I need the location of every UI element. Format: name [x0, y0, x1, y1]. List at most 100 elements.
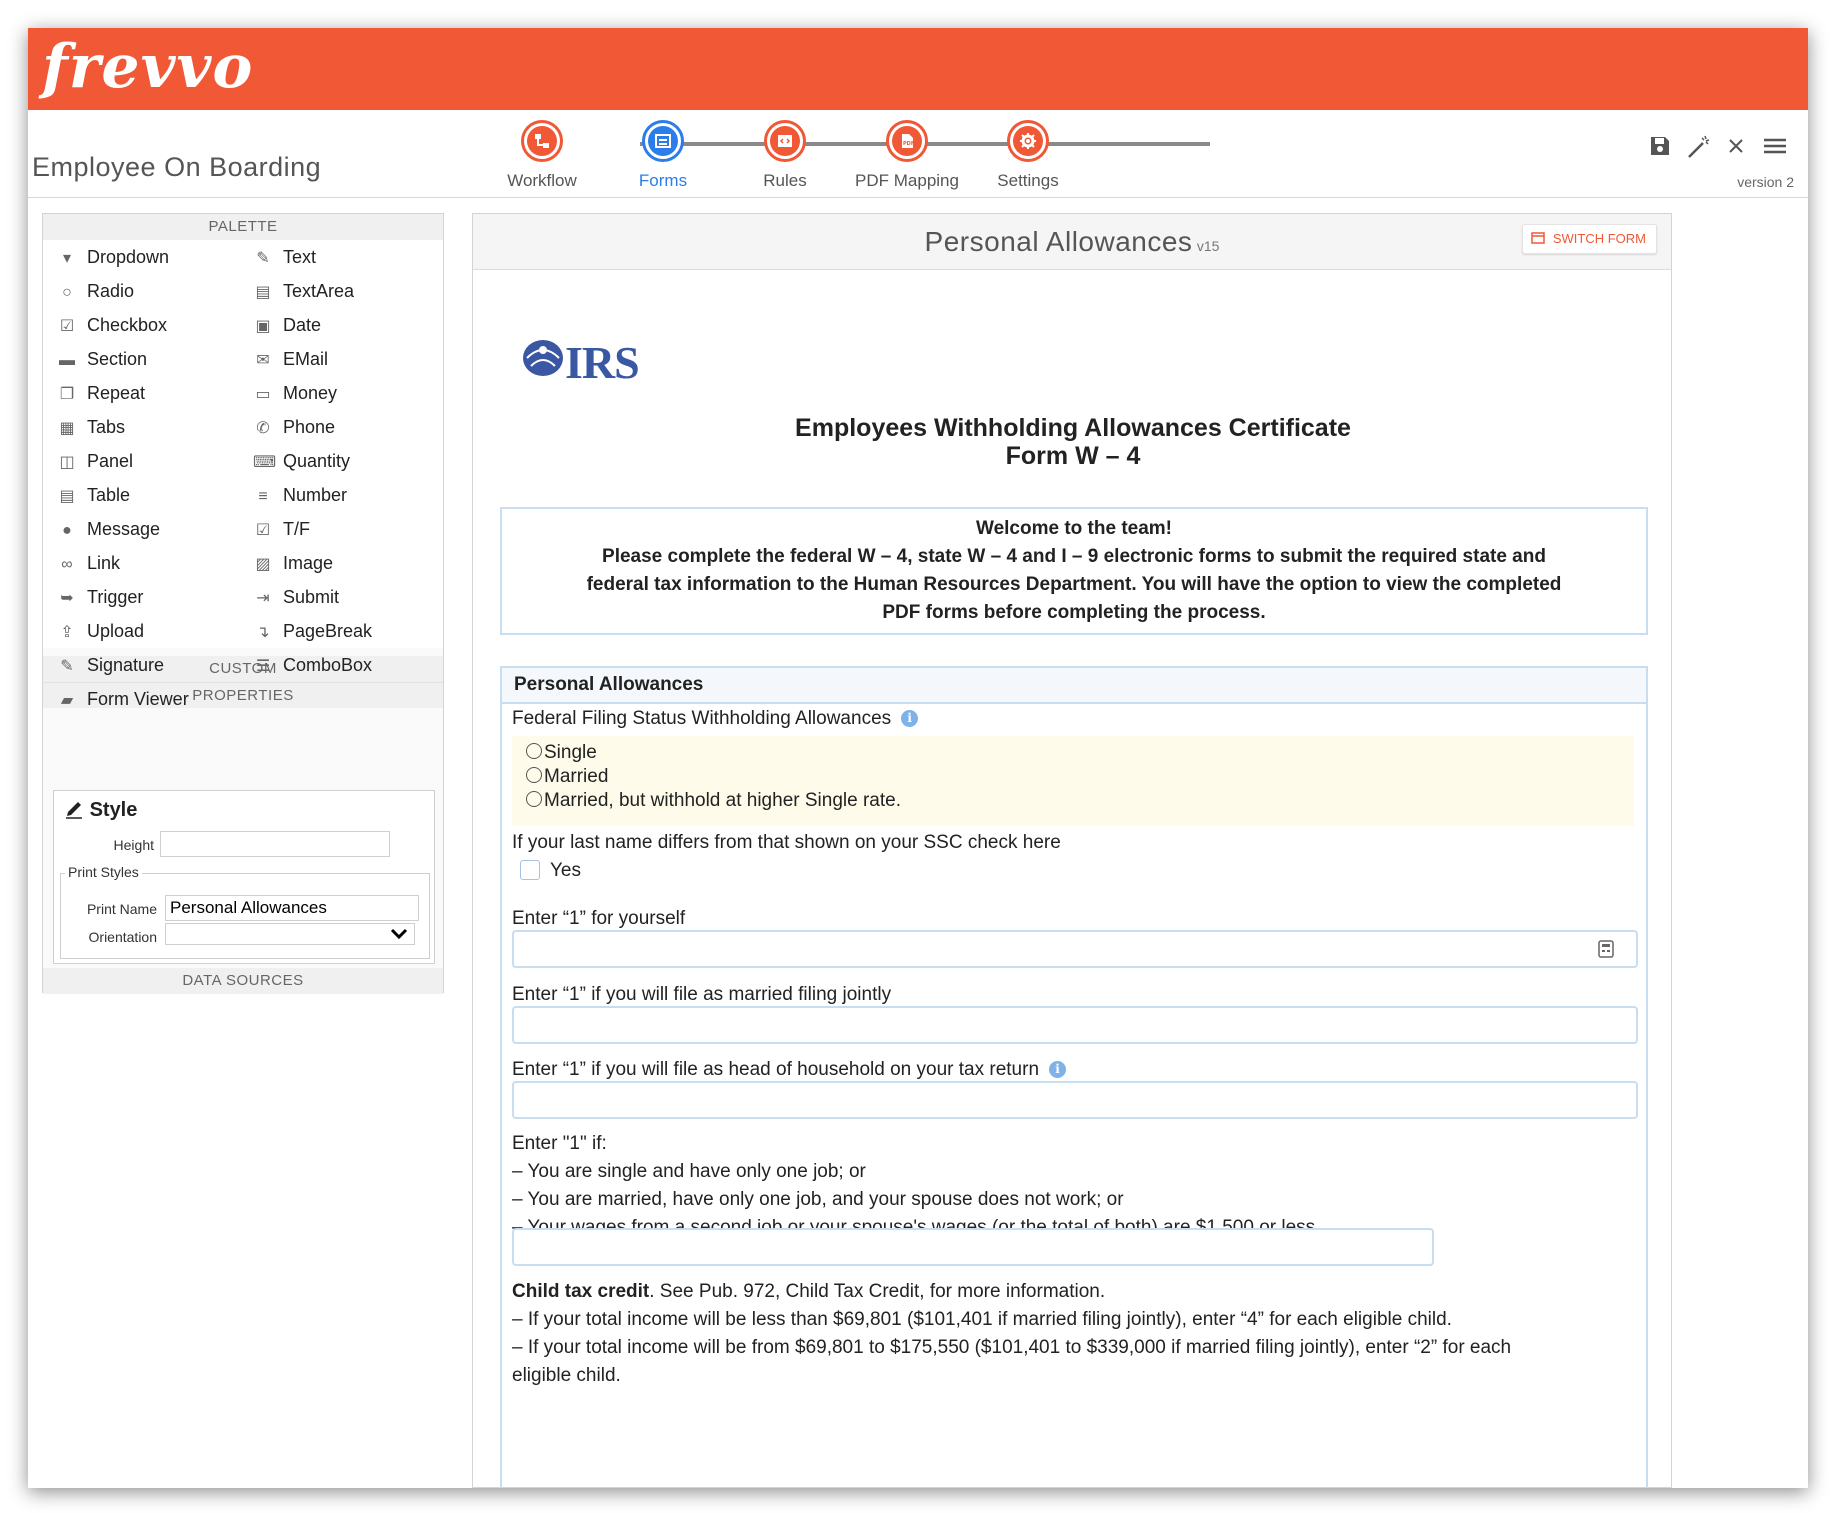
palette-item-dropdown[interactable]: ▾ Dropdown	[57, 240, 169, 274]
child-credit-line: eligible child.	[512, 1365, 621, 1386]
palette-item-label: EMail	[283, 349, 329, 369]
palette-item-label: ComboBox	[283, 655, 373, 675]
chevron-down-icon	[390, 928, 408, 940]
save-icon[interactable]	[1648, 134, 1674, 160]
palette-item-label: Repeat	[87, 383, 146, 403]
palette-item-phone[interactable]: ✆ Phone	[253, 410, 335, 444]
palette-item-image[interactable]: ▨ Image	[253, 546, 333, 580]
head-of-household-label-text: Enter “1” if you will file as head of ho…	[512, 1059, 1040, 1080]
palette-item-label: Checkbox	[87, 315, 168, 335]
orientation-select[interactable]	[165, 923, 415, 945]
step-pdf-mapping[interactable]: PDF PDF Mapping	[847, 120, 967, 191]
palette-item-panel[interactable]: ◫ Panel	[57, 444, 133, 478]
palette-item-text[interactable]: ✎ Text	[253, 240, 316, 274]
form-heading: Employees Withholding Allowances Certifi…	[473, 414, 1673, 470]
palette-item-label: T/F	[283, 519, 310, 539]
palette-item-tabs[interactable]: ▦ Tabs	[57, 410, 125, 444]
palette-item-label: Section	[87, 349, 148, 369]
magic-wand-icon[interactable]	[1686, 134, 1712, 160]
radio-married-single-rate-label: Married, but withhold at higher Single r…	[544, 790, 901, 811]
filing-status-label[interactable]: Federal Filing Status Withholding Allowa…	[512, 708, 919, 730]
step-settings[interactable]: Settings	[968, 120, 1088, 191]
svg-text:PDF: PDF	[903, 141, 914, 147]
radio-married[interactable]: Married	[526, 766, 608, 788]
head-of-household-input[interactable]	[512, 1081, 1638, 1119]
yes-checkbox-label: Yes	[550, 860, 581, 881]
image-icon: ▨	[255, 556, 271, 573]
palette-item-t-f[interactable]: ☑ T/F	[253, 512, 310, 546]
palette-item-quantity[interactable]: ⌨ Quantity	[253, 444, 350, 478]
height-label: Height	[113, 837, 154, 853]
link-icon: ∞	[61, 556, 73, 573]
palette-item-message[interactable]: ● Message	[57, 512, 160, 546]
info-icon[interactable]: i	[901, 710, 919, 727]
single-job-input[interactable]	[512, 1228, 1434, 1266]
step-workflow[interactable]: Workflow	[482, 120, 602, 191]
palette-item-email[interactable]: ✉ EMail	[253, 342, 328, 376]
child-credit-title: Child tax credit	[512, 1281, 650, 1302]
palette-item-upload[interactable]: ⇪ Upload	[57, 614, 144, 648]
palette-item-checkbox[interactable]: ☑ Checkbox	[57, 308, 167, 342]
head-of-household-label[interactable]: Enter “1” if you will file as head of ho…	[512, 1059, 1067, 1081]
palette-item-trigger[interactable]: ➥ Trigger	[57, 580, 143, 614]
palette-item-repeat[interactable]: ❐ Repeat	[57, 376, 145, 410]
married-jointly-input[interactable]	[512, 1006, 1638, 1044]
palette-item-label: Upload	[87, 621, 145, 641]
keyboard-icon: ⌨	[253, 454, 277, 471]
instruction-line: – You are single and have only one job; …	[512, 1161, 866, 1182]
palette-item-signature[interactable]: ✎ Signature	[57, 648, 164, 682]
child-credit-note: . See Pub. 972, Child Tax Credit, for mo…	[649, 1281, 1106, 1302]
switch-form-icon	[1531, 232, 1545, 244]
height-input[interactable]	[160, 831, 390, 857]
step-forms[interactable]: Forms	[603, 120, 723, 191]
palette-item-number[interactable]: ≡ Number	[253, 478, 347, 512]
radio-married-single-rate[interactable]: Married, but withhold at higher Single r…	[526, 790, 901, 812]
palette-heading[interactable]: PALETTE	[43, 214, 443, 240]
personal-allowances-section[interactable]: Personal Allowances Federal Filing Statu…	[500, 666, 1648, 1488]
hamburger-menu-icon[interactable]	[1762, 134, 1788, 160]
palette-item-label: Form Viewer	[87, 689, 189, 709]
print-name-input[interactable]	[165, 895, 419, 921]
welcome-line: federal tax information to the Human Res…	[586, 574, 1562, 595]
form-viewer-icon: ▰	[60, 692, 74, 709]
radio-single[interactable]: Single	[526, 742, 597, 764]
palette-item-money[interactable]: ▭ Money	[253, 376, 337, 410]
filing-status-label-text: Federal Filing Status Withholding Allowa…	[512, 708, 892, 729]
palette-item-submit[interactable]: ⇥ Submit	[253, 580, 339, 614]
pdf-icon: PDF	[892, 126, 922, 156]
palette-item-textarea[interactable]: ▤ TextArea	[253, 274, 354, 308]
married-jointly-label: Enter “1” if you will file as married fi…	[512, 984, 892, 1005]
yes-checkbox[interactable]: Yes	[520, 860, 581, 882]
palette-item-link[interactable]: ∞ Link	[57, 546, 120, 580]
form-canvas: Personal Allowances v15 SWITCH FORM IRS …	[472, 213, 1672, 1488]
palette-item-section[interactable]: ▬ Section	[57, 342, 147, 376]
switch-form-button[interactable]: SWITCH FORM	[1522, 224, 1657, 254]
text-edit-icon: ✎	[256, 250, 270, 267]
checkbox-icon: ☑	[59, 318, 75, 335]
palette-grid: ▾ Dropdown ○ Radio ☑ Checkbox ▬ Section ❐ Repeat ▦…	[43, 240, 443, 709]
number-list-icon: ≡	[258, 488, 268, 505]
welcome-line: PDF forms before completing the process.	[882, 602, 1266, 623]
radio-circle	[526, 743, 542, 759]
step-rules-label: Rules	[763, 171, 807, 190]
style-title-label: Style	[89, 799, 138, 821]
palette-item-label: Dropdown	[87, 247, 170, 267]
header-tools: version 2	[1644, 130, 1794, 190]
info-icon[interactable]: i	[1049, 1061, 1067, 1078]
palette-item-radio[interactable]: ○ Radio	[57, 274, 134, 308]
combobox-icon: ☰	[255, 658, 271, 675]
self-allowance-input[interactable]	[512, 930, 1638, 968]
step-rules[interactable]: Rules	[725, 120, 845, 191]
data-sources-heading[interactable]: DATA SOURCES	[43, 968, 443, 994]
close-icon[interactable]	[1724, 134, 1750, 160]
palette-item-combobox[interactable]: ☰ ComboBox	[253, 648, 372, 682]
palette-item-table[interactable]: ▤ Table	[57, 478, 130, 512]
radio-circle	[526, 791, 542, 807]
table-icon: ▤	[59, 488, 75, 505]
palette-item-form-viewer[interactable]: ▰ Form Viewer	[57, 682, 189, 716]
form-heading-line1: Employees Withholding Allowances Certifi…	[795, 414, 1351, 442]
palette-item-pagebreak[interactable]: ↴ PageBreak	[253, 614, 372, 648]
palette-item-date[interactable]: ▣ Date	[253, 308, 321, 342]
palette-item-label: Money	[283, 383, 338, 403]
palette-item-label: Phone	[283, 417, 336, 437]
